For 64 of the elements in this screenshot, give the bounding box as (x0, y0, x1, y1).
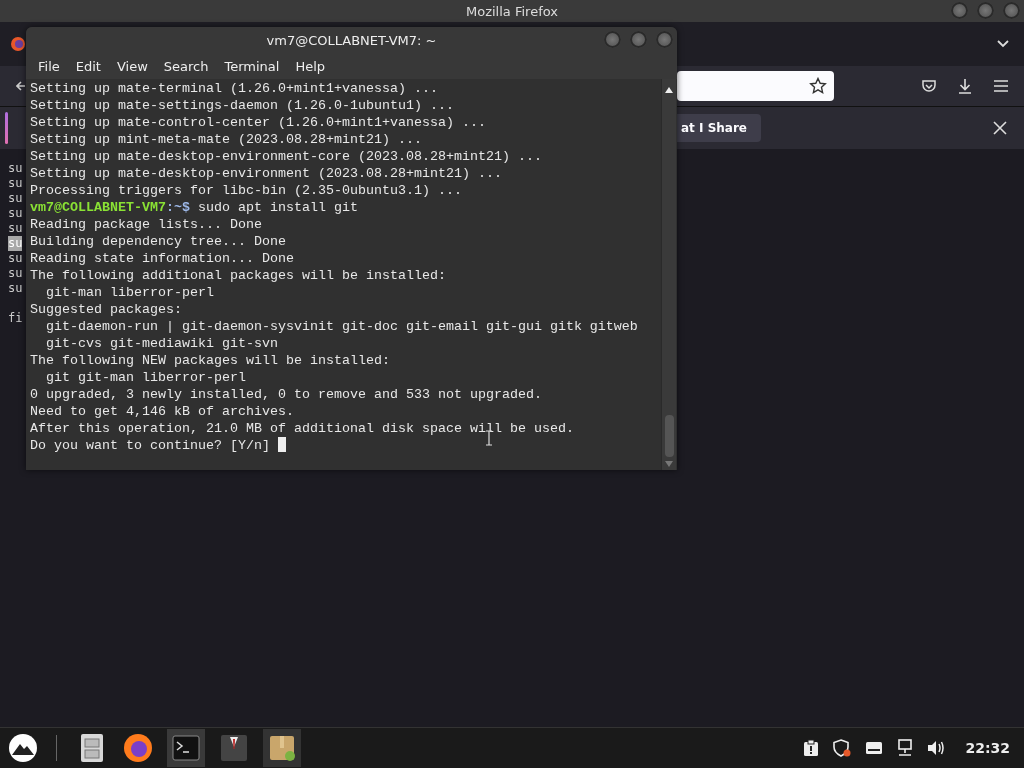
terminal-line: Setting up mate-settings-daemon (1.26.0-1ubuntu1) ... (30, 98, 454, 113)
menu-icon[interactable] (993, 79, 1009, 93)
close-button[interactable] (1003, 2, 1020, 19)
terminal-line: Do you want to continue? [Y/n] (30, 438, 271, 453)
terminal-line: Need to get 4,146 kB of archives. (30, 404, 294, 419)
star-icon[interactable] (809, 77, 827, 95)
window-title: vm7@COLLABNET-VM7: ~ (266, 32, 437, 48)
package-icon[interactable] (263, 729, 301, 767)
menu-item[interactable]: File (30, 58, 68, 74)
terminal-icon[interactable] (167, 729, 205, 767)
volume-icon[interactable] (927, 740, 946, 756)
terminal-line: Setting up mint-meta-mate (2023.08.28+mint21) ... (30, 132, 422, 147)
keyboard-icon[interactable] (865, 741, 884, 755)
close-icon[interactable] (993, 121, 1007, 135)
page-text: su (8, 236, 23, 251)
scroll-down-icon[interactable] (665, 461, 673, 467)
menu-item[interactable]: Help (287, 58, 334, 74)
close-button[interactable] (656, 31, 673, 48)
terminal-line: Suggested packages: (30, 302, 182, 317)
window-title: Mozilla Firefox (466, 3, 558, 19)
start-menu-icon[interactable] (8, 733, 38, 763)
pocket-icon[interactable] (921, 78, 937, 94)
scroll-up-icon[interactable] (665, 87, 673, 93)
firefox-icon[interactable] (11, 37, 25, 51)
terminal-line: Setting up mate-control-center (1.26.0+mint1+vanessa) ... (30, 115, 486, 130)
terminal-line: Setting up mate-desktop-environment-core (2023.08.28+mint21) ... (30, 149, 542, 164)
terminal-line: git git-man liberror-perl (45, 370, 246, 385)
menu-item[interactable]: Edit (67, 58, 109, 74)
download-icon[interactable] (957, 78, 973, 94)
terminal-line: Setting up mate-desktop-environment (2023.08.28+mint21) ... (30, 166, 502, 181)
chevron-down-icon[interactable] (996, 39, 1010, 49)
terminal-line: The following NEW packages will be installed: (30, 353, 390, 368)
terminal-line: Processing triggers for libc-bin (2.35-0ubuntu3.1) ... (30, 183, 462, 198)
network-icon[interactable] (897, 739, 914, 757)
notification-button[interactable]: at I Share (677, 114, 761, 142)
terminal-line: The following additional packages will be installed: (30, 268, 446, 283)
prompt-user: vm7@COLLABNET-VM7 (30, 200, 166, 215)
terminal-line: Reading package lists... Done (30, 217, 262, 232)
shield-icon[interactable] (833, 739, 852, 757)
terminal-line: After this operation, 21.0 MB of additional disk space will be used. (30, 421, 574, 436)
menu-item[interactable]: View (108, 58, 156, 74)
scrollbar[interactable] (661, 79, 676, 470)
terminal-line: git-man liberror-perl (45, 285, 214, 300)
scroll-thumb[interactable] (664, 415, 674, 457)
terminal-line: Reading state information... Done (30, 251, 294, 266)
clock[interactable]: 22:32 (965, 740, 1010, 756)
terminal-line: git-cvs git-mediawiki git-svn (45, 336, 278, 351)
menu-item[interactable]: Search (155, 58, 217, 74)
minimize-button[interactable] (951, 2, 968, 19)
minimize-button[interactable] (604, 31, 621, 48)
notification-accent (5, 112, 8, 144)
text-cursor (277, 437, 286, 452)
back-arrow-icon[interactable] (16, 80, 26, 92)
maximize-button[interactable] (977, 2, 994, 19)
terminal-line: 0 upgraded, 3 newly installed, 0 to remove and 533 not upgraded. (30, 387, 542, 402)
terminal-line: git-daemon-run | git-daemon-sysvinit git-doc git-email git-gui gitk gitweb (45, 319, 638, 334)
maximize-button[interactable] (630, 31, 647, 48)
menu-item[interactable]: Terminal (216, 58, 288, 74)
clipboard-icon[interactable] (803, 739, 820, 757)
mouse-cursor-icon (485, 430, 493, 446)
prompt-path: :~$ (166, 200, 190, 215)
terminal-line: Setting up mate-terminal (1.26.0+mint1+vanessa) ... (30, 81, 438, 96)
command-text: sudo apt install git (196, 200, 358, 215)
terminal-line: Building dependency tree... Done (30, 234, 286, 249)
